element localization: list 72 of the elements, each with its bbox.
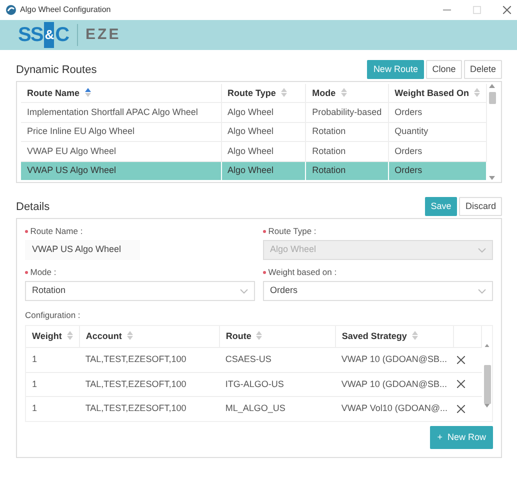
table-cell: Rotation xyxy=(312,146,346,156)
section-title: Details xyxy=(16,200,50,216)
window-title: Algo Wheel Configuration xyxy=(20,4,111,16)
close-icon xyxy=(503,6,511,14)
table-cell: TAL,TEST,EZESOFT,100 xyxy=(85,403,186,414)
select-field: Algo Wheel xyxy=(263,240,493,260)
table-cell: Algo Wheel xyxy=(228,165,274,176)
section-title: Dynamic Routes xyxy=(16,63,97,78)
table-cell: TAL,TEST,EZESOFT,100 xyxy=(85,354,186,364)
table-cell: Probability-based xyxy=(312,107,382,117)
table-row[interactable]: Price Inline EU Algo Wheel Algo Wheel Rotation Quantity xyxy=(21,122,486,142)
table-cell: Price Inline EU Algo Wheel xyxy=(27,126,135,136)
action-button[interactable]: Discard xyxy=(459,197,502,216)
table-cell: Orders xyxy=(394,165,422,176)
toolbar-button[interactable]: Delete xyxy=(464,60,502,79)
table-cell: 1 xyxy=(32,354,38,364)
table-cell: Rotation xyxy=(312,165,346,176)
field-label: Mode : xyxy=(30,266,56,279)
close-icon xyxy=(457,356,466,364)
field-label: Route Name : xyxy=(30,225,83,238)
table-cell: Algo Wheel xyxy=(228,126,274,136)
table-cell: Orders xyxy=(394,107,422,117)
column-header[interactable]: Mode xyxy=(306,84,388,103)
delete-row-button[interactable] xyxy=(457,402,466,416)
column-header[interactable]: Weight Based On xyxy=(388,84,486,103)
chevron-down-icon xyxy=(478,248,486,253)
scrollbar-thumb[interactable] xyxy=(484,364,490,404)
table-cell: Rotation xyxy=(312,126,346,136)
table-cell: VWAP US Algo Wheel xyxy=(27,165,116,176)
app-icon xyxy=(6,5,16,15)
table-cell: Implementation Shortfall APAC Algo Wheel xyxy=(27,107,198,117)
chevron-down-icon xyxy=(240,288,248,294)
table-row[interactable]: Implementation Shortfall APAC Algo Wheel Algo Wheel Probability-based Orders xyxy=(21,102,486,122)
column-header[interactable]: Route Name xyxy=(21,84,221,103)
logo-text: SS&C xyxy=(18,21,69,50)
table-cell: VWAP EU Algo Wheel xyxy=(27,146,116,156)
table-cell: VWAP 10 (GDOAN@SB... xyxy=(341,354,447,364)
select-field[interactable]: Rotation xyxy=(25,281,255,302)
table-cell: VWAP Vol10 (GDOAN@... xyxy=(341,403,448,414)
table-cell: ML_ALGO_US xyxy=(225,403,286,414)
chevron-down-icon xyxy=(478,288,486,294)
field-label: Route Type : xyxy=(268,225,316,238)
product-name: EZE xyxy=(76,24,121,46)
scroll-up-icon xyxy=(489,84,495,88)
toolbar-button[interactable]: Clone xyxy=(426,60,462,79)
scrollbar-thumb[interactable] xyxy=(488,92,496,104)
column-header[interactable]: Route xyxy=(219,326,336,348)
select-field[interactable]: Orders xyxy=(263,281,493,302)
table-row[interactable]: VWAP US Algo Wheel Algo Wheel Rotation Orders xyxy=(21,161,486,180)
table-cell: ITG-ALGO-US xyxy=(225,378,284,389)
column-header[interactable]: Weight xyxy=(26,326,80,348)
field-label: Weight based on : xyxy=(268,266,337,279)
column-header[interactable]: Saved Strategy xyxy=(335,326,454,348)
table-cell: 1 xyxy=(32,378,38,389)
close-icon xyxy=(457,380,466,388)
column-header[interactable]: Account xyxy=(79,326,220,348)
close-icon xyxy=(457,404,466,413)
table-cell: Algo Wheel xyxy=(228,146,274,156)
table-cell: CSAES-US xyxy=(225,354,272,364)
table-cell: VWAP 10 (GDOAN@SB... xyxy=(341,378,447,389)
table-cell: 1 xyxy=(32,403,38,414)
scroll-down-icon xyxy=(489,176,495,180)
maximize-icon xyxy=(473,6,481,14)
table-cell: Orders xyxy=(394,146,422,156)
input-field[interactable]: VWAP US Algo Wheel xyxy=(25,240,140,260)
section-label: Configuration : xyxy=(25,309,82,322)
scroll-up-icon xyxy=(484,344,490,348)
delete-row-button[interactable] xyxy=(457,353,466,367)
column-header[interactable]: Route Type xyxy=(221,84,306,103)
table-cell: Algo Wheel xyxy=(228,107,274,117)
table-cell: Quantity xyxy=(394,126,428,136)
table-cell: TAL,TEST,EZESOFT,100 xyxy=(85,378,186,389)
